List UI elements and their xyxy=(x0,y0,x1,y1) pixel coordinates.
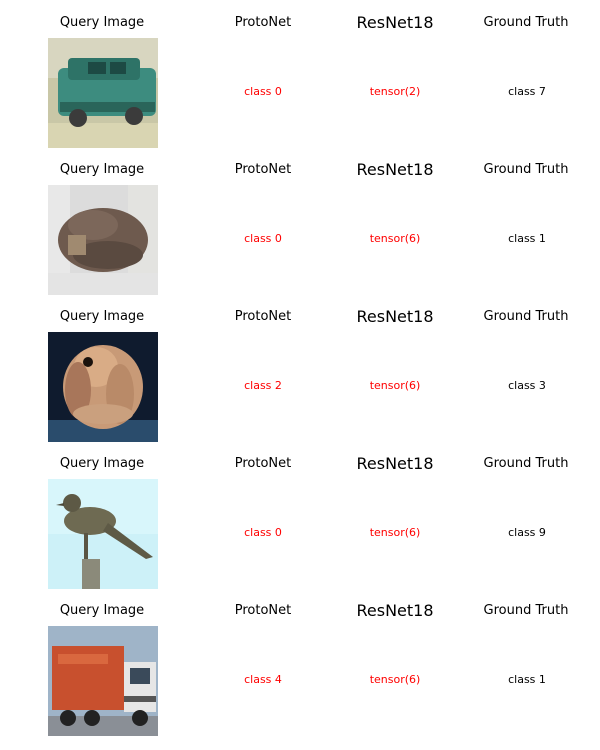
ground-truth-label: class 9 xyxy=(508,526,546,539)
result-row: Query Image ProtoNet ResNet18 Ground Tru… xyxy=(0,147,600,295)
ground-truth-header: Ground Truth xyxy=(483,309,569,324)
ground-truth-header: Ground Truth xyxy=(483,162,569,177)
truck-thumbnail xyxy=(48,626,158,736)
query-image-header: Query Image xyxy=(59,309,145,324)
result-row: Query Image ProtoNet ResNet18 Ground Tru… xyxy=(0,588,600,736)
resnet-header: ResNet18 xyxy=(356,454,434,473)
resnet-prediction: tensor(2) xyxy=(369,85,421,98)
resnet-prediction: tensor(6) xyxy=(369,673,421,686)
protonet-prediction: class 0 xyxy=(244,232,282,245)
protonet-prediction: class 0 xyxy=(244,526,282,539)
result-row: Query Image ProtoNet ResNet18 Ground Tru… xyxy=(0,441,600,589)
protonet-header: ProtoNet xyxy=(234,309,292,324)
protonet-prediction: class 2 xyxy=(244,379,282,392)
resnet-prediction: tensor(6) xyxy=(369,526,421,539)
result-row: Query Image ProtoNet ResNet18 Ground Tru… xyxy=(0,0,600,148)
ground-truth-header: Ground Truth xyxy=(483,15,569,30)
animal-thumbnail xyxy=(48,185,158,295)
resnet-header: ResNet18 xyxy=(356,160,434,179)
protonet-header: ProtoNet xyxy=(234,162,292,177)
protonet-prediction: class 4 xyxy=(244,673,282,686)
ground-truth-label: class 3 xyxy=(508,379,546,392)
protonet-header: ProtoNet xyxy=(234,456,292,471)
resnet-header: ResNet18 xyxy=(356,13,434,32)
resnet-header: ResNet18 xyxy=(356,307,434,326)
car-thumbnail xyxy=(48,38,158,148)
query-image-header: Query Image xyxy=(59,456,145,471)
ground-truth-header: Ground Truth xyxy=(483,603,569,618)
protonet-header: ProtoNet xyxy=(234,603,292,618)
ground-truth-label: class 1 xyxy=(508,673,546,686)
protonet-prediction: class 0 xyxy=(244,85,282,98)
query-image-header: Query Image xyxy=(59,603,145,618)
ground-truth-header: Ground Truth xyxy=(483,456,569,471)
dog-thumbnail xyxy=(48,332,158,442)
query-image-header: Query Image xyxy=(59,15,145,30)
resnet-prediction: tensor(6) xyxy=(369,232,421,245)
ground-truth-label: class 7 xyxy=(508,85,546,98)
resnet-header: ResNet18 xyxy=(356,601,434,620)
query-image-header: Query Image xyxy=(59,162,145,177)
protonet-header: ProtoNet xyxy=(234,15,292,30)
ground-truth-label: class 1 xyxy=(508,232,546,245)
resnet-prediction: tensor(6) xyxy=(369,379,421,392)
result-row: Query Image ProtoNet ResNet18 Ground Tru… xyxy=(0,294,600,442)
bird-thumbnail xyxy=(48,479,158,589)
